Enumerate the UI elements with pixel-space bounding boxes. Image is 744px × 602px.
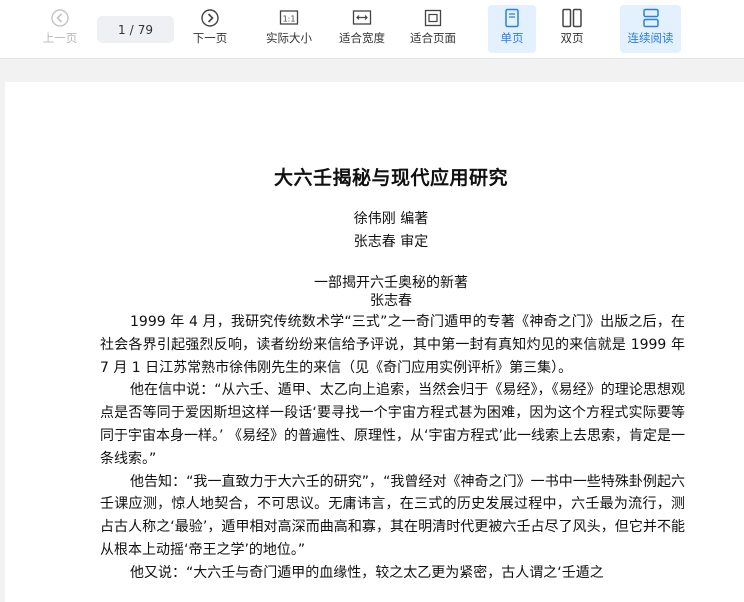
next-page-label: 下一页 bbox=[192, 31, 228, 45]
continuous-reading-button[interactable]: 连续阅读 bbox=[620, 5, 681, 53]
book-author: 徐伟刚 编著 bbox=[353, 211, 429, 227]
total-pages: 79 bbox=[137, 22, 153, 37]
book-title: 大六壬揭秘与现代应用研究 bbox=[273, 167, 508, 189]
fit-page-button[interactable]: 适合页面 bbox=[405, 5, 461, 53]
toolbar: 上一页 1 / 79 下一页 1:1 实际大小 适合宽度 适合页面 单页 双页 … bbox=[0, 0, 744, 59]
paragraph: 他告知：“我一直致力于大六壬的研究”，“我曾经对《神奇之门》一书中一些特殊卦例起… bbox=[100, 473, 685, 558]
continuous-reading-label: 连续阅读 bbox=[627, 31, 674, 45]
book-reviewer: 张志春 审定 bbox=[353, 234, 429, 250]
actual-size-button[interactable]: 1:1 实际大小 bbox=[261, 5, 317, 53]
fit-width-icon bbox=[352, 5, 372, 31]
single-page-button[interactable]: 单页 bbox=[488, 5, 536, 53]
preface-title: 一部揭开六壬奥秘的新著 bbox=[314, 275, 468, 291]
paragraph: 他在信中说：“从六壬、遁甲、太乙向上追索，当然会归于《易经》，《易经》的理论思想… bbox=[100, 382, 685, 467]
page-number-input[interactable]: 1 / 79 bbox=[97, 16, 174, 43]
single-page-label: 单页 bbox=[500, 31, 524, 45]
fit-page-icon bbox=[423, 5, 443, 31]
single-page-icon bbox=[504, 5, 520, 31]
actual-size-icon: 1:1 bbox=[279, 5, 299, 31]
prev-page-button[interactable]: 上一页 bbox=[38, 5, 82, 53]
chevron-right-circle-icon bbox=[200, 5, 220, 31]
preface-body: 1999 年 4 月，我研究传统数术学“三式”之一奇门遁甲的专著《神奇之门》出版… bbox=[100, 311, 685, 585]
fit-page-label: 适合页面 bbox=[410, 31, 456, 45]
actual-size-label: 实际大小 bbox=[266, 31, 312, 45]
svg-text:1:1: 1:1 bbox=[283, 15, 296, 24]
continuous-reading-icon bbox=[641, 5, 661, 31]
preface-author: 张志春 bbox=[370, 293, 412, 309]
next-page-button[interactable]: 下一页 bbox=[188, 5, 232, 53]
chevron-left-circle-icon bbox=[50, 5, 70, 31]
page-separator: / bbox=[129, 22, 134, 37]
prev-page-label: 上一页 bbox=[42, 31, 78, 45]
double-page-label: 双页 bbox=[560, 31, 584, 45]
double-page-icon bbox=[561, 5, 583, 31]
double-page-button[interactable]: 双页 bbox=[550, 5, 594, 53]
current-page: 1 bbox=[118, 22, 126, 37]
fit-width-label: 适合宽度 bbox=[339, 31, 385, 45]
paragraph: 他又说：“大六壬与奇门遁甲的血缘性，较之太乙更为紧密，古人谓之‘壬遁之 bbox=[130, 564, 604, 581]
paragraph: 1999 年 4 月，我研究传统数术学“三式”之一奇门遁甲的专著《神奇之门》出版… bbox=[100, 314, 685, 376]
fit-width-button[interactable]: 适合宽度 bbox=[334, 5, 390, 53]
